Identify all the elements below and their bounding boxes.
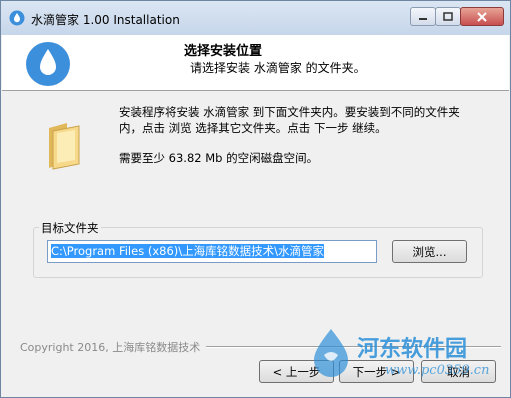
window-controls bbox=[410, 7, 504, 27]
maximize-icon bbox=[443, 12, 453, 21]
watermark-url: www.pc0359.cn bbox=[385, 363, 490, 378]
minimize-icon bbox=[419, 17, 427, 20]
water-drop-icon bbox=[9, 10, 25, 26]
browse-button[interactable]: 浏览... bbox=[392, 240, 467, 263]
watermark-logo-icon bbox=[314, 329, 348, 377]
minimize-button[interactable] bbox=[410, 7, 436, 26]
copyright-text: Copyright 2016, 上海库铭数据技术 bbox=[20, 341, 201, 354]
space-required: 需要至少 63.82 Mb 的空闲磁盘空间。 bbox=[119, 151, 319, 165]
install-description: 安装程序将安装 水滴管家 到下面文件夹内。要安装到不同的文件夹内，点击 浏览 选… bbox=[119, 105, 460, 135]
close-button[interactable] bbox=[460, 7, 504, 26]
page-title: 选择安装位置 bbox=[184, 44, 263, 59]
title-bar[interactable]: 水滴管家 1.00 Installation bbox=[1, 1, 510, 35]
installer-window: 水滴管家 1.00 Installation 选择安装位置 请选择安装 水滴管家… bbox=[0, 0, 511, 398]
window-title: 水滴管家 1.00 Installation bbox=[31, 13, 180, 27]
page-subtitle: 请选择安装 水滴管家 的文件夹。 bbox=[190, 61, 366, 75]
maximize-button[interactable] bbox=[435, 7, 461, 26]
water-drop-icon bbox=[26, 42, 70, 86]
destination-path-input[interactable]: C:\Program Files (x86)\上海库铭数据技术\水滴管家 bbox=[47, 240, 377, 263]
page-header: 选择安装位置 请选择安装 水滴管家 的文件夹。 bbox=[2, 35, 509, 91]
folder-icon bbox=[49, 123, 80, 170]
destination-path-value: C:\Program Files (x86)\上海库铭数据技术\水滴管家 bbox=[51, 244, 325, 258]
watermark-text: 河东软件园 bbox=[357, 336, 468, 362]
close-icon bbox=[477, 11, 487, 22]
destination-group-label: 目标文件夹 bbox=[39, 220, 101, 236]
